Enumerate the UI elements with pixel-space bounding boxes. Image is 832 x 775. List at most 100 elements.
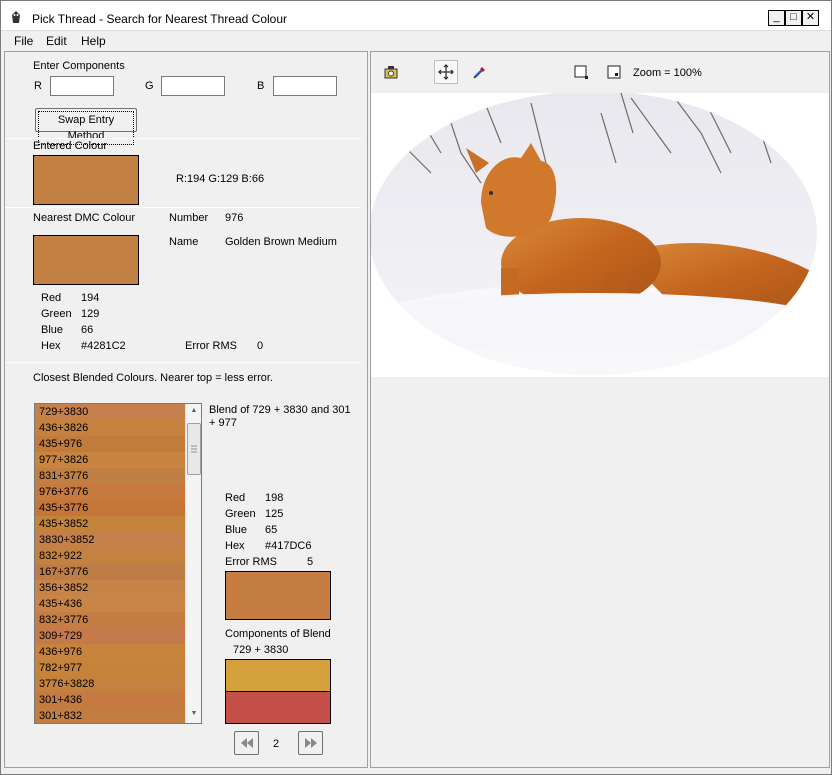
number-label: Number [169, 212, 209, 224]
components-of-blend-text: 729 + 3830 [233, 644, 289, 656]
hex-label: Hex [41, 340, 61, 352]
maximize-button[interactable]: □ [785, 10, 802, 26]
image-canvas[interactable] [371, 93, 829, 377]
title-bar: Pick Thread - Search for Nearest Thread … [1, 1, 831, 31]
entered-rgb-text: R:194 G:129 B:66 [176, 173, 265, 185]
blend-hex-label: Hex [225, 540, 245, 552]
list-item[interactable]: 436+976 [35, 644, 201, 660]
divider [5, 207, 361, 208]
list-item[interactable]: 831+3776 [35, 468, 201, 484]
red-value: 194 [81, 292, 100, 304]
scroll-thumb[interactable] [187, 423, 201, 475]
green-value: 129 [81, 308, 100, 320]
hex-value: #4281C2 [81, 340, 126, 352]
list-item[interactable]: 3830+3852 [35, 532, 201, 548]
blend-error-label: Error RMS [225, 556, 277, 568]
blend-list[interactable]: 729+3830 436+3826 435+976 977+3826 831+3776 9… [34, 403, 202, 724]
blend-colour-swatch [225, 571, 331, 620]
scroll-up-icon[interactable]: ▲ [189, 407, 199, 417]
blend-green-label: Green [225, 508, 256, 520]
list-item[interactable]: 832+922 [35, 548, 201, 564]
b-input[interactable] [273, 76, 337, 96]
cat-in-snow-image [371, 93, 817, 375]
g-input[interactable] [161, 76, 225, 96]
zoom-actual-icon [607, 65, 621, 79]
list-item[interactable]: 977+3826 [35, 452, 201, 468]
previous-page-button[interactable] [234, 731, 259, 755]
list-item[interactable]: 435+436 [35, 596, 201, 612]
menu-edit[interactable]: Edit [46, 34, 67, 48]
list-item[interactable]: 435+976 [35, 436, 201, 452]
scroll-down-icon[interactable]: ▼ [189, 710, 199, 720]
enter-components-heading: Enter Components [33, 60, 125, 72]
menu-file[interactable]: File [14, 34, 33, 48]
r-label: R [34, 80, 42, 92]
list-item[interactable]: 976+3776 [35, 484, 201, 500]
move-tool-button[interactable] [434, 60, 458, 84]
blend-blue-label: Blue [225, 524, 248, 536]
blend-red-label: Red [225, 492, 246, 504]
move-icon [438, 64, 454, 80]
swap-entry-method-button[interactable]: Swap Entry Method [35, 108, 137, 145]
fast-forward-icon [304, 738, 317, 749]
zoom-fit-button[interactable] [569, 60, 593, 84]
list-item[interactable]: 167+3776 [35, 564, 201, 580]
number-value: 976 [225, 212, 244, 224]
blend-list-items: 729+3830 436+3826 435+976 977+3826 831+3776 9… [35, 404, 201, 723]
blend-red-value: 198 [265, 492, 284, 504]
list-item[interactable]: 435+3776 [35, 500, 201, 516]
red-label: Red [41, 292, 62, 304]
rewind-icon [240, 738, 253, 749]
page-number: 2 [273, 738, 280, 750]
nearest-dmc-heading: Nearest DMC Colour [33, 212, 136, 224]
camera-icon [384, 66, 398, 79]
blend-green-value: 125 [265, 508, 284, 520]
capture-button[interactable] [379, 60, 403, 84]
blend-list-scrollbar[interactable]: ▲ ▼ [185, 404, 201, 723]
list-item[interactable]: 435+3852 [35, 516, 201, 532]
menu-bar: File Edit Help [1, 32, 831, 50]
blend-hex-value: #417DC6 [265, 540, 312, 552]
blue-value: 66 [81, 324, 94, 336]
next-page-button[interactable] [298, 731, 323, 755]
r-input[interactable] [50, 76, 114, 96]
list-item[interactable]: 301+832 [35, 708, 201, 723]
app-icon [9, 10, 23, 24]
divider [5, 362, 361, 363]
name-label: Name [169, 236, 199, 248]
zoom-fit-icon [574, 65, 588, 79]
components-of-blend-heading: Components of Blend [225, 628, 331, 640]
error-rms-value: 0 [257, 340, 264, 352]
eyedropper-button[interactable] [468, 60, 492, 84]
list-item[interactable]: 782+977 [35, 660, 201, 676]
blend-title: Blend of 729 + 3830 and 301 + 977 [209, 404, 351, 429]
nearest-colour-swatch [33, 235, 139, 285]
app-window: Pick Thread - Search for Nearest Thread … [0, 0, 832, 775]
component-swatch-1 [225, 659, 331, 692]
blend-error-value: 5 [307, 556, 314, 568]
component-swatch-2 [225, 691, 331, 724]
image-panel: Zoom = 100% [370, 51, 830, 768]
list-item[interactable]: 301+436 [35, 692, 201, 708]
menu-help[interactable]: Help [81, 34, 106, 48]
list-item[interactable]: 3776+3828 [35, 676, 201, 692]
b-label: B [257, 80, 265, 92]
list-item[interactable]: 436+3826 [35, 420, 201, 436]
zoom-level: Zoom = 100% [633, 67, 702, 79]
zoom-actual-button[interactable] [602, 60, 626, 84]
divider [5, 138, 361, 139]
list-item[interactable]: 729+3830 [35, 404, 201, 420]
eyedropper-icon [473, 67, 485, 79]
list-item[interactable]: 309+729 [35, 628, 201, 644]
minimize-button[interactable]: _ [768, 10, 785, 26]
list-item[interactable]: 832+3776 [35, 612, 201, 628]
window-title: Pick Thread - Search for Nearest Thread … [32, 12, 288, 26]
g-label: G [145, 80, 154, 92]
name-value: Golden Brown Medium [225, 236, 337, 248]
close-button[interactable]: ✕ [802, 10, 819, 26]
blend-blue-value: 65 [265, 524, 278, 536]
list-item[interactable]: 356+3852 [35, 580, 201, 596]
blue-label: Blue [41, 324, 64, 336]
error-rms-label: Error RMS [185, 340, 237, 352]
entered-colour-heading: Entered Colour [33, 140, 107, 152]
